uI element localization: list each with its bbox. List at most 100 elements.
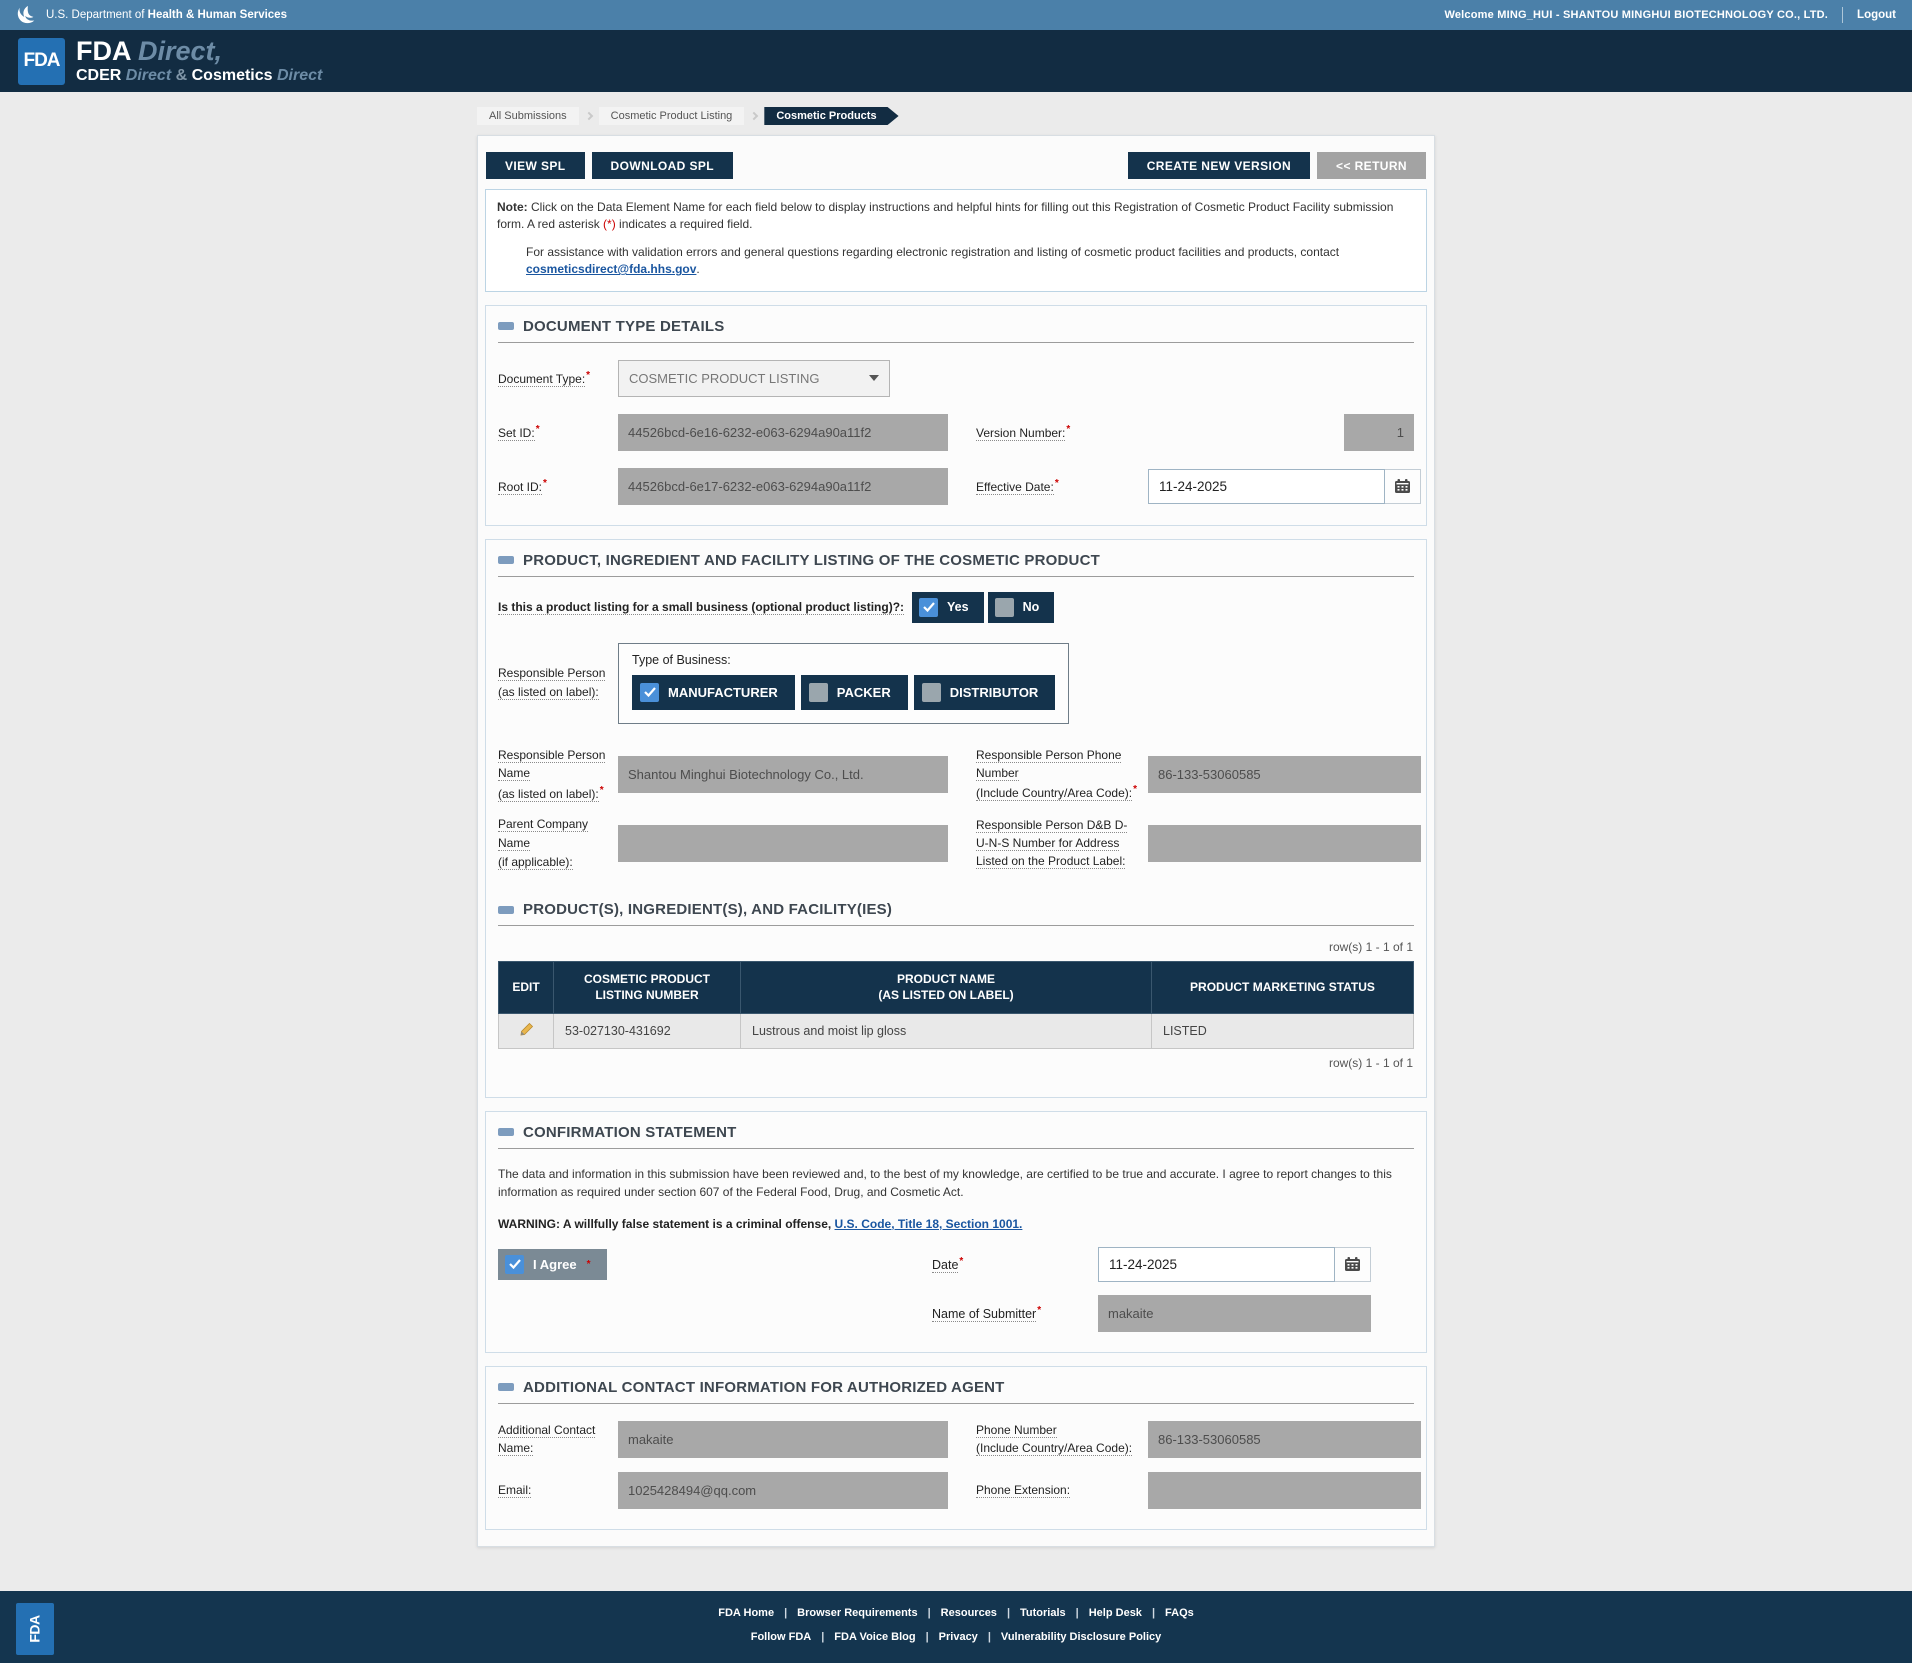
breadcrumb-cosmetic-products[interactable]: Cosmetic Products: [764, 107, 898, 125]
us-code-link[interactable]: U.S. Code, Title 18, Section 1001.: [835, 1217, 1023, 1231]
footer-link-follow-fda[interactable]: Follow FDA: [741, 1631, 822, 1643]
topbar-divider: [1842, 7, 1844, 23]
assistance-text: For assistance with validation errors an…: [526, 244, 1340, 277]
cell-product-name: Lustrous and moist lip gloss: [740, 1012, 1152, 1049]
email-field: 1025428494@qq.com: [618, 1471, 948, 1509]
calendar-icon[interactable]: [1385, 468, 1421, 504]
type-of-business-box: Type of Business: MANUFACTURER PACKER DI…: [618, 642, 1070, 724]
version-number-label: Version Number:*: [976, 424, 1071, 442]
footer-links-row-2: Follow FDA | FDA Voice Blog | Privacy | Vul…: [0, 1631, 1912, 1643]
cell-status: LISTED: [1151, 1012, 1414, 1049]
additional-contact-name-label: Additional Contact Name:: [498, 1422, 596, 1457]
note-text: Note: Click on the Data Element Name for…: [497, 200, 1394, 232]
business-type-distributor-toggle[interactable]: DISTRIBUTOR: [913, 674, 1056, 710]
footer-link-help-desk[interactable]: Help Desk: [1079, 1607, 1152, 1619]
chevron-down-icon: [869, 375, 879, 382]
column-header-status: PRODUCT MARKETING STATUS: [1151, 961, 1414, 1014]
effective-date-label: Effective Date:*: [976, 478, 1059, 496]
small-business-question: Is this a product listing for a small bu…: [498, 600, 905, 616]
additional-contact-section: ADDITIONAL CONTACT INFORMATION FOR AUTHO…: [485, 1365, 1427, 1530]
welcome-text: Welcome MING_HUI - SHANTOU MINGHUI BIOTE…: [1444, 9, 1829, 21]
i-agree-toggle[interactable]: I Agree *: [498, 1248, 607, 1280]
create-new-version-button[interactable]: CREATE NEW VERSION: [1127, 152, 1311, 179]
checkbox-checked-icon: [505, 1254, 524, 1274]
section-title-additional-contact: ADDITIONAL CONTACT INFORMATION FOR AUTHO…: [523, 1378, 1005, 1396]
products-table: EDIT COSMETIC PRODUCT LISTING NUMBER PROD…: [498, 961, 1414, 1049]
collapse-section-icon[interactable]: [498, 1383, 514, 1391]
collapse-section-icon[interactable]: [498, 322, 514, 331]
section-title-product-listing: PRODUCT, INGREDIENT AND FACILITY LISTING…: [523, 551, 1100, 569]
responsible-person-name-label: Responsible Person Name (as listed on la…: [498, 747, 606, 802]
business-type-manufacturer-toggle[interactable]: MANUFACTURER: [632, 674, 795, 710]
return-button[interactable]: << RETURN: [1317, 152, 1426, 179]
duns-number-label: Responsible Person D&B D-U-N-S Number fo…: [976, 818, 1128, 870]
root-id-field: 44526bcd-6e17-6232-e063-6294a90a11f2: [618, 467, 948, 505]
phone-extension-field: [1148, 1471, 1421, 1509]
warning-text: WARNING: A willfully false statement is …: [498, 1216, 1023, 1231]
chevron-right-icon: [584, 111, 593, 121]
confirmation-statement-text: The data and information in this submiss…: [498, 1166, 1392, 1199]
checkbox-checked-icon: [919, 597, 939, 617]
note-box: Note: Click on the Data Element Name for…: [485, 189, 1427, 292]
confirmation-date-input[interactable]: [1098, 1246, 1335, 1282]
small-business-yes-toggle[interactable]: Yes: [912, 591, 984, 623]
footer-link-browser-requirements[interactable]: Browser Requirements: [787, 1607, 927, 1619]
responsible-person-name-field: Shantou Minghui Biotechnology Co., Ltd.: [618, 755, 948, 793]
checkbox-unchecked-icon: [808, 682, 828, 702]
edit-pencil-icon[interactable]: [519, 1022, 534, 1040]
version-number-field: 1: [1344, 413, 1414, 451]
type-of-business-label: Type of Business:: [632, 652, 731, 667]
cell-listing-number: 53-027130-431692: [553, 1012, 741, 1049]
breadcrumb-cosmetic-product-listing[interactable]: Cosmetic Product Listing: [598, 107, 745, 125]
name-of-submitter-label: Name of Submitter*: [932, 1304, 1042, 1323]
set-id-field: 44526bcd-6e16-6232-e063-6294a90a11f2: [618, 413, 948, 451]
document-type-select[interactable]: COSMETIC PRODUCT LISTING: [618, 359, 890, 397]
footer-links-row-1: FDA Home | Browser Requirements | Resource…: [0, 1607, 1912, 1619]
checkbox-checked-icon: [640, 682, 659, 702]
collapse-section-icon[interactable]: [498, 1128, 514, 1136]
view-spl-button[interactable]: VIEW SPL: [486, 152, 585, 179]
toolbar: VIEW SPL DOWNLOAD SPL CREATE NEW VERSION…: [485, 144, 1427, 189]
footer-link-resources[interactable]: Resources: [931, 1607, 1007, 1619]
checkbox-unchecked-icon: [921, 682, 941, 702]
collapse-section-icon[interactable]: [498, 556, 514, 565]
footer-link-tutorials[interactable]: Tutorials: [1010, 1607, 1076, 1619]
download-spl-button[interactable]: DOWNLOAD SPL: [591, 152, 734, 179]
phone-extension-label: Phone Extension:: [976, 1483, 1071, 1499]
table-row: 53-027130-431692 Lustrous and moist lip …: [498, 1012, 1414, 1049]
breadcrumb: All Submissions Cosmetic Product Listing…: [477, 107, 1435, 125]
business-type-packer-toggle[interactable]: PACKER: [800, 674, 908, 710]
breadcrumb-all-submissions[interactable]: All Submissions: [477, 107, 579, 125]
phone-number-label: Phone Number (Include Country/Area Code)…: [976, 1423, 1133, 1457]
parent-company-field: [618, 824, 948, 862]
collapse-section-icon[interactable]: [498, 905, 514, 914]
calendar-icon[interactable]: [1335, 1246, 1371, 1282]
footer-link-vulnerability-disclosure[interactable]: Vulnerability Disclosure Policy: [991, 1631, 1171, 1643]
small-business-no-toggle[interactable]: No: [987, 591, 1055, 623]
set-id-label: Set ID:*: [498, 423, 540, 441]
logout-link[interactable]: Logout: [1857, 9, 1896, 21]
footer-link-fda-home[interactable]: FDA Home: [708, 1607, 784, 1619]
section-title-products: PRODUCT(S), INGREDIENT(S), AND FACILITY(…: [523, 901, 893, 919]
responsible-person-label: Responsible Person (as listed on label):: [498, 666, 606, 701]
column-header-edit: EDIT: [498, 961, 554, 1014]
column-header-listing-number: COSMETIC PRODUCT LISTING NUMBER: [553, 961, 741, 1014]
document-type-details-section: DOCUMENT TYPE DETAILS Document Type:* CO…: [485, 304, 1427, 526]
footer-link-fda-voice-blog[interactable]: FDA Voice Blog: [824, 1631, 925, 1643]
fda-footer-logo[interactable]: FDA: [16, 1602, 54, 1655]
chevron-right-icon: [750, 111, 759, 121]
additional-contact-name-field: makaite: [618, 1420, 948, 1458]
root-id-label: Root ID:*: [498, 477, 547, 495]
footer-link-privacy[interactable]: Privacy: [929, 1631, 988, 1643]
brand-title: FDA Direct, CDER Direct & Cosmetics Dire…: [76, 36, 323, 84]
fda-logo[interactable]: FDA: [18, 37, 65, 85]
footer-link-faqs[interactable]: FAQs: [1155, 1607, 1204, 1619]
section-title-confirmation: CONFIRMATION STATEMENT: [523, 1123, 737, 1141]
responsible-person-phone-field: 86-133-53060585: [1148, 755, 1421, 793]
contact-email-link[interactable]: cosmeticsdirect@fda.hhs.gov: [526, 262, 696, 276]
email-label: Email:: [498, 1482, 532, 1498]
effective-date-input[interactable]: [1148, 468, 1385, 504]
main-panel: VIEW SPL DOWNLOAD SPL CREATE NEW VERSION…: [477, 135, 1435, 1547]
hhs-eagle-icon: [17, 5, 35, 24]
confirmation-statement-section: CONFIRMATION STATEMENT The data and info…: [485, 1110, 1427, 1353]
